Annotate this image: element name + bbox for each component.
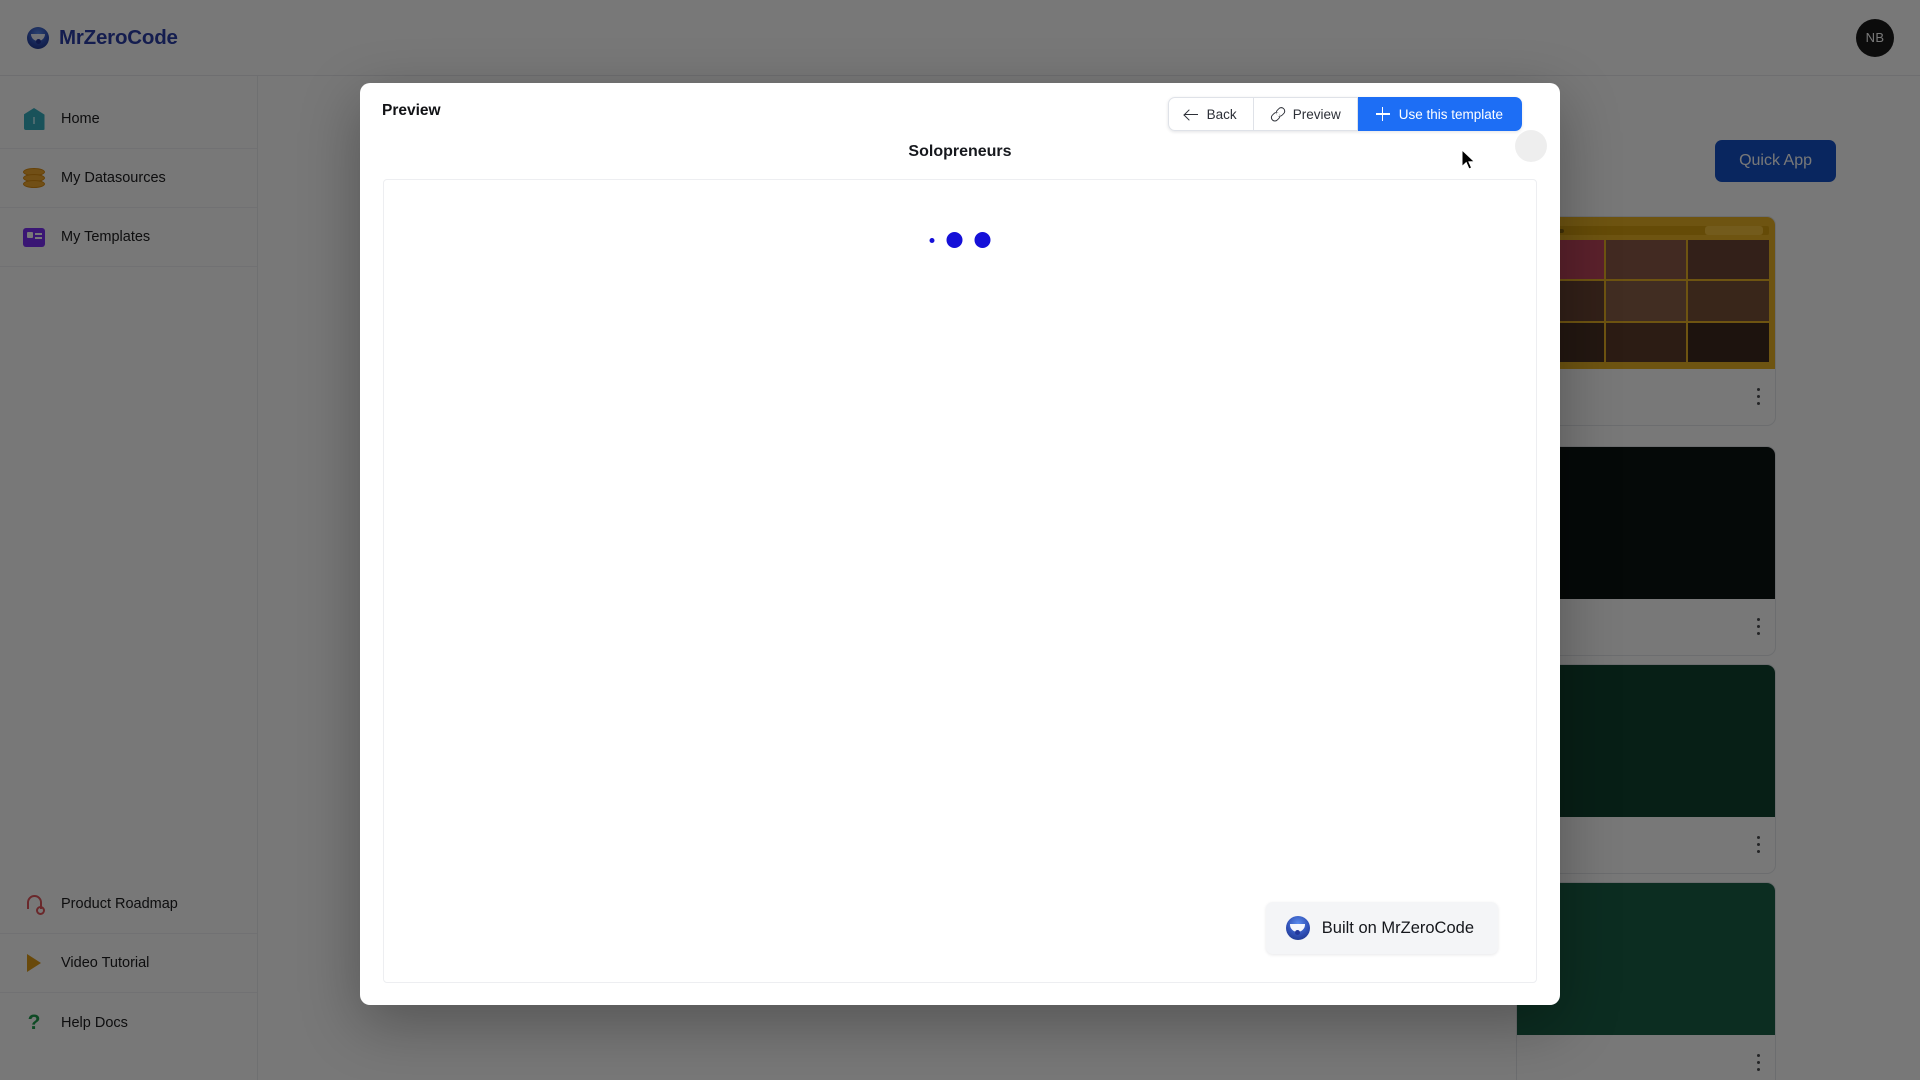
mrzerocode-logo-icon <box>1285 916 1310 940</box>
app-root: MrZeroCode NB Home My Datasources <box>0 0 1920 1080</box>
template-preview-frame[interactable]: Built on MrZeroCode <box>383 179 1537 983</box>
use-this-template-label: Use this template <box>1398 106 1503 122</box>
back-button[interactable]: Back <box>1167 97 1254 131</box>
close-button-hover-highlight[interactable] <box>1515 130 1547 162</box>
loading-dot <box>946 232 963 248</box>
loading-dot <box>929 237 935 243</box>
built-on-mrzerocode-badge[interactable]: Built on MrZeroCode <box>1265 902 1498 954</box>
modal-header-actions: Back Preview Use this template <box>1167 97 1522 131</box>
arrow-left-icon <box>1184 108 1198 121</box>
preview-button[interactable]: Preview <box>1253 97 1358 131</box>
modal-title: Preview <box>382 102 441 119</box>
link-icon <box>1267 104 1287 124</box>
plus-icon <box>1375 107 1390 121</box>
template-name: Solopreneurs <box>908 143 1012 160</box>
loading-dot <box>974 232 991 248</box>
back-button-label: Back <box>1206 106 1237 122</box>
use-this-template-button[interactable]: Use this template <box>1357 97 1522 131</box>
loading-indicator <box>929 232 991 248</box>
built-on-label: Built on MrZeroCode <box>1321 918 1474 937</box>
preview-button-label: Preview <box>1292 106 1341 122</box>
preview-modal: Preview Back Preview Use this template S… <box>360 83 1560 1005</box>
modal-header: Preview Back Preview Use this template <box>360 83 1560 162</box>
